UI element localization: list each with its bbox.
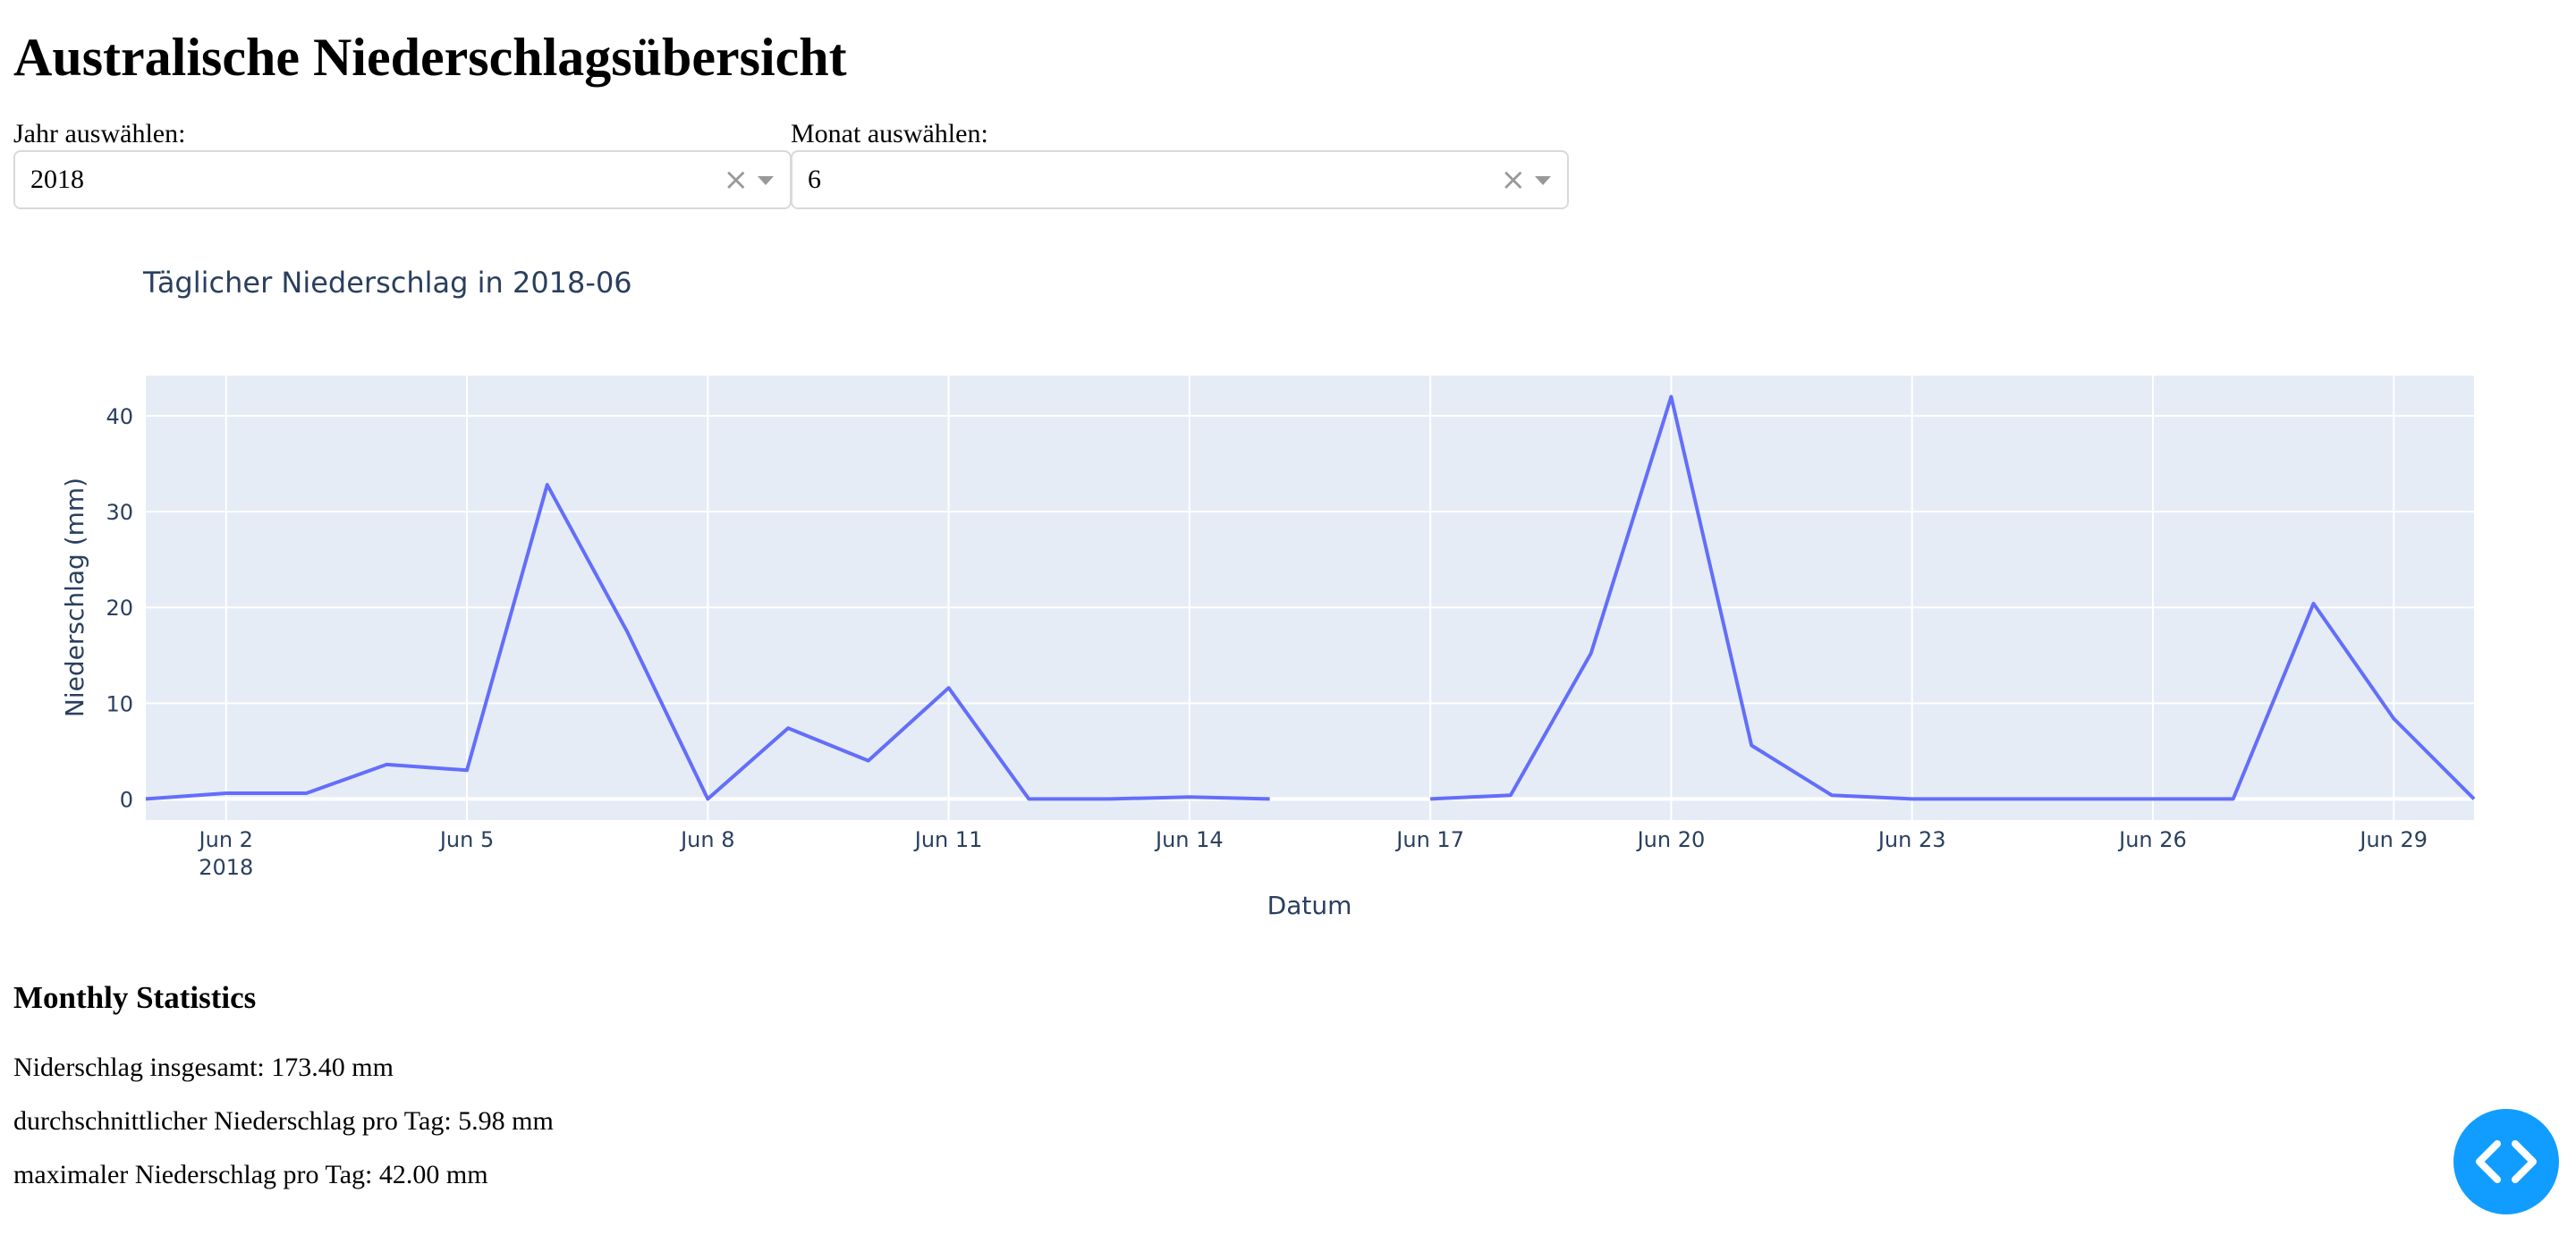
data-point[interactable] bbox=[1983, 790, 2001, 808]
data-point[interactable] bbox=[2465, 790, 2483, 808]
x-tick-label: Jun 20 bbox=[1636, 827, 1706, 852]
data-point[interactable] bbox=[1823, 786, 1841, 804]
data-point[interactable] bbox=[217, 784, 235, 802]
chart-title: Täglicher Niederschlag in 2018-06 bbox=[142, 266, 632, 300]
x-tick-sublabel: 2018 bbox=[199, 855, 253, 880]
plot-area[interactable] bbox=[146, 376, 2474, 820]
y-axis-label: Niederschlag (mm) bbox=[60, 478, 89, 717]
y-tick-label: 10 bbox=[106, 691, 133, 716]
stat-maximum: maximaler Niederschlag pro Tag: 42.00 mm bbox=[13, 1160, 488, 1189]
x-tick-label: Jun 14 bbox=[1154, 827, 1224, 852]
data-point[interactable] bbox=[1421, 790, 1439, 808]
data-point[interactable] bbox=[298, 784, 316, 802]
x-tick-label: Jun 17 bbox=[1394, 827, 1464, 852]
month-dropdown[interactable]: 6 × bbox=[791, 150, 1569, 209]
x-axis-ticks: Jun 2 2018 Jun 5 Jun 8 Jun 11 Jun 14 Jun 17 Jun… bbox=[198, 827, 2428, 880]
month-clear-icon[interactable]: × bbox=[1501, 152, 1527, 207]
data-point[interactable] bbox=[1582, 645, 1600, 663]
month-filter-label: Monat auswählen: bbox=[791, 119, 988, 148]
stat-average: durchschnittlicher Niederschlag pro Tag:… bbox=[13, 1106, 554, 1136]
data-point[interactable] bbox=[940, 679, 958, 697]
month-dropdown-value: 6 bbox=[808, 165, 821, 194]
month-filter: Monat auswählen: 6 × bbox=[791, 118, 1569, 209]
year-chevron-down-icon[interactable] bbox=[758, 176, 774, 185]
data-point[interactable] bbox=[1100, 790, 1118, 808]
x-tick-label: Jun 26 bbox=[2117, 827, 2187, 852]
data-point[interactable] bbox=[619, 623, 637, 641]
data-point[interactable] bbox=[860, 752, 877, 770]
data-point[interactable] bbox=[137, 790, 155, 808]
x-tick-label: Jun 5 bbox=[438, 827, 494, 852]
year-clear-icon[interactable]: × bbox=[724, 152, 750, 207]
y-tick-label: 20 bbox=[106, 596, 133, 621]
data-point[interactable] bbox=[1261, 790, 1279, 808]
year-dropdown-value: 2018 bbox=[30, 165, 84, 194]
data-point[interactable] bbox=[1502, 786, 1520, 804]
data-point[interactable] bbox=[1742, 737, 1760, 755]
data-point[interactable] bbox=[1662, 388, 1680, 406]
year-filter: Jahr auswählen: 2018 × bbox=[13, 118, 792, 209]
data-point[interactable] bbox=[1181, 788, 1199, 806]
data-point[interactable] bbox=[458, 761, 476, 779]
data-point[interactable] bbox=[1020, 790, 1038, 808]
data-point[interactable] bbox=[538, 476, 556, 494]
rainfall-chart-svg[interactable]: Täglicher Niederschlag in 2018-06 0 10 20 3… bbox=[13, 233, 2563, 948]
code-brackets-icon bbox=[2476, 1140, 2537, 1183]
x-tick-label: Jun 23 bbox=[1877, 827, 1946, 852]
devtools-button[interactable] bbox=[2453, 1109, 2559, 1214]
data-point[interactable] bbox=[2305, 595, 2323, 613]
y-axis-ticks: 0 10 20 30 40 bbox=[106, 404, 133, 812]
data-point[interactable] bbox=[2385, 710, 2402, 728]
data-point[interactable] bbox=[2144, 790, 2162, 808]
y-tick-label: 30 bbox=[106, 500, 133, 525]
y-tick-label: 0 bbox=[120, 787, 133, 812]
rainfall-chart[interactable]: Täglicher Niederschlag in 2018-06 0 10 20 3… bbox=[13, 233, 2563, 948]
data-point[interactable] bbox=[2224, 790, 2242, 808]
x-tick-label: Jun 2 bbox=[198, 827, 253, 852]
data-point[interactable] bbox=[779, 719, 797, 737]
data-point[interactable] bbox=[1903, 790, 1921, 808]
page-title: Australische Niederschlagsübersicht bbox=[13, 28, 847, 87]
year-dropdown[interactable]: 2018 × bbox=[13, 150, 792, 209]
monthly-statistics: Monthly Statistics Niderschlag insgesamt… bbox=[13, 975, 554, 1202]
x-tick-label: Jun 8 bbox=[679, 827, 734, 852]
x-axis-label: Datum bbox=[1267, 891, 1352, 920]
data-point[interactable] bbox=[377, 756, 395, 774]
x-tick-label: Jun 11 bbox=[913, 827, 983, 852]
month-chevron-down-icon[interactable] bbox=[1535, 176, 1551, 185]
y-tick-label: 40 bbox=[106, 404, 133, 429]
x-tick-label: Jun 29 bbox=[2358, 827, 2428, 852]
year-filter-label: Jahr auswählen: bbox=[13, 119, 186, 148]
data-point[interactable] bbox=[2063, 790, 2081, 808]
stats-title: Monthly Statistics bbox=[13, 980, 257, 1015]
stat-total: Niderschlag insgesamt: 173.40 mm bbox=[13, 1053, 394, 1082]
data-point[interactable] bbox=[699, 790, 716, 808]
